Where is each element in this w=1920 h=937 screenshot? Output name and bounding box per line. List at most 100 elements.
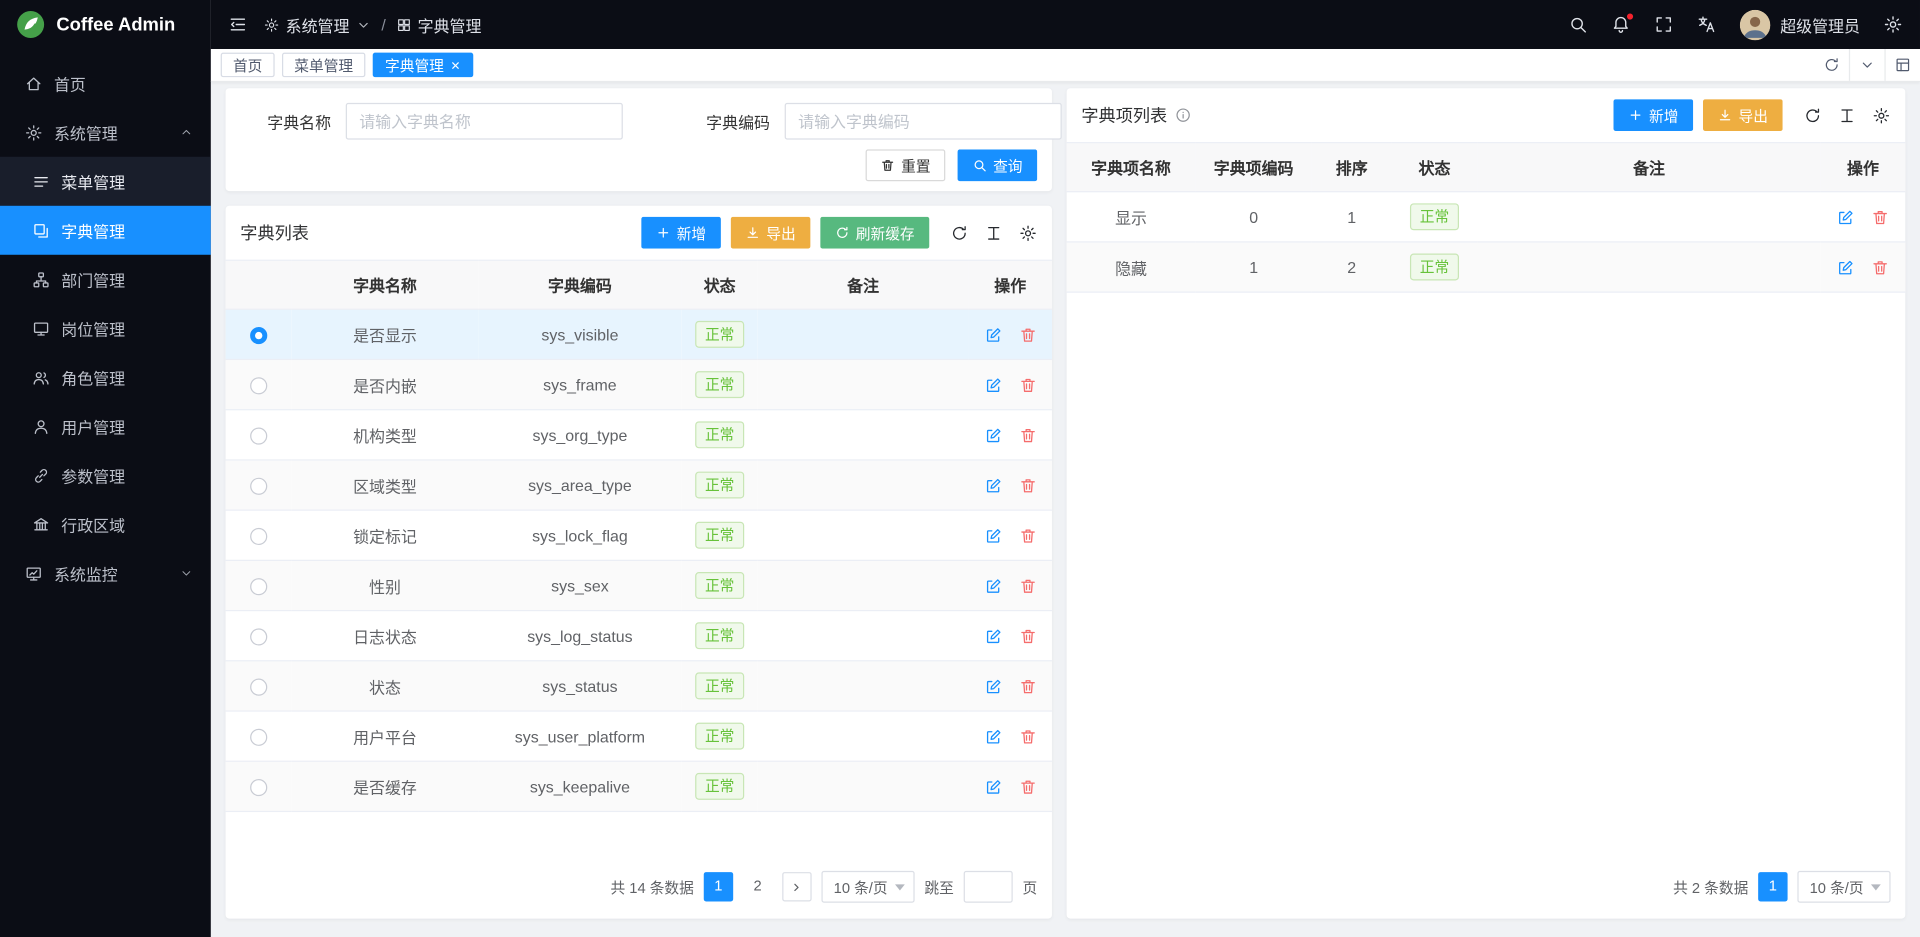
table-row[interactable]: 显示 0 1 正常 bbox=[1067, 192, 1906, 242]
table-row[interactable]: 机构类型 sys_org_type 正常 bbox=[226, 410, 1052, 460]
row-radio[interactable] bbox=[250, 729, 267, 746]
edit-icon[interactable] bbox=[984, 627, 1002, 645]
user-menu[interactable]: 超级管理员 bbox=[1740, 9, 1860, 40]
row-radio[interactable] bbox=[250, 427, 267, 444]
tab-home[interactable]: 首页 bbox=[221, 53, 275, 77]
sidebar-item-menu-mgmt[interactable]: 菜单管理 bbox=[0, 157, 211, 206]
delete-icon[interactable] bbox=[1871, 208, 1889, 226]
next-page-button[interactable] bbox=[782, 872, 811, 901]
breadcrumb-system[interactable]: 系统管理 bbox=[264, 13, 372, 36]
delete-icon[interactable] bbox=[1018, 375, 1036, 393]
notifications-button[interactable] bbox=[1611, 15, 1631, 35]
tabs-menu-chevron-icon[interactable] bbox=[1849, 49, 1885, 81]
app-logo[interactable]: Coffee Admin bbox=[0, 0, 211, 49]
delete-icon[interactable] bbox=[1018, 526, 1036, 544]
col-actions: 操作 bbox=[1821, 143, 1906, 192]
info-icon[interactable] bbox=[1175, 107, 1192, 124]
table-row[interactable]: 是否显示 sys_visible 正常 bbox=[226, 309, 1052, 359]
column-setting-icon[interactable] bbox=[1838, 106, 1856, 124]
settings-icon[interactable] bbox=[1883, 15, 1903, 35]
sidebar-item-home[interactable]: 首页 bbox=[0, 59, 211, 108]
row-radio[interactable] bbox=[250, 779, 267, 796]
row-radio[interactable] bbox=[250, 327, 267, 344]
edit-icon[interactable] bbox=[984, 476, 1002, 494]
search-icon[interactable] bbox=[1568, 15, 1588, 35]
collapse-sidebar-icon[interactable] bbox=[228, 15, 248, 35]
query-button[interactable]: 查询 bbox=[958, 149, 1038, 181]
row-radio[interactable] bbox=[250, 528, 267, 545]
reset-button[interactable]: 重置 bbox=[866, 149, 946, 181]
delete-icon[interactable] bbox=[1018, 325, 1036, 343]
dict-name-label: 字典名称 bbox=[240, 110, 331, 133]
table-settings-icon[interactable] bbox=[1872, 106, 1890, 124]
table-row[interactable]: 日志状态 sys_log_status 正常 bbox=[226, 611, 1052, 661]
delete-icon[interactable] bbox=[1018, 677, 1036, 695]
edit-icon[interactable] bbox=[1837, 208, 1855, 226]
page-2-button[interactable]: 2 bbox=[743, 872, 772, 901]
delete-icon[interactable] bbox=[1018, 426, 1036, 444]
sidebar-item-post-mgmt[interactable]: 岗位管理 bbox=[0, 304, 211, 353]
translate-icon[interactable] bbox=[1697, 15, 1717, 35]
edit-icon[interactable] bbox=[1837, 258, 1855, 276]
sidebar-item-dict-mgmt[interactable]: 字典管理 bbox=[0, 206, 211, 255]
table-row[interactable]: 是否缓存 sys_keepalive 正常 bbox=[226, 761, 1052, 811]
sidebar-item-region-mgmt[interactable]: 行政区域 bbox=[0, 500, 211, 549]
table-row[interactable]: 隐藏 1 2 正常 bbox=[1067, 242, 1906, 292]
add-dict-button[interactable]: 新增 bbox=[641, 217, 721, 249]
table-row[interactable]: 锁定标记 sys_lock_flag 正常 bbox=[226, 510, 1052, 560]
column-setting-icon[interactable] bbox=[985, 224, 1003, 242]
delete-icon[interactable] bbox=[1871, 258, 1889, 276]
table-row[interactable]: 状态 sys_status 正常 bbox=[226, 661, 1052, 711]
page-size-select[interactable]: 10 条/页 bbox=[1797, 871, 1890, 903]
refresh-table-icon[interactable] bbox=[1804, 106, 1822, 124]
delete-icon[interactable] bbox=[1018, 777, 1036, 795]
delete-icon[interactable] bbox=[1018, 627, 1036, 645]
dict-name-input[interactable] bbox=[346, 103, 623, 140]
table-row[interactable]: 是否内嵌 sys_frame 正常 bbox=[226, 359, 1052, 409]
page-size-select[interactable]: 10 条/页 bbox=[821, 871, 914, 903]
row-radio[interactable] bbox=[250, 377, 267, 394]
edit-icon[interactable] bbox=[984, 375, 1002, 393]
breadcrumb-dict[interactable]: 字典管理 bbox=[396, 13, 482, 36]
export-dict-button[interactable]: 导出 bbox=[731, 217, 811, 249]
close-icon[interactable] bbox=[450, 59, 461, 70]
delete-icon[interactable] bbox=[1018, 576, 1036, 594]
row-radio[interactable] bbox=[250, 678, 267, 695]
layout-icon[interactable] bbox=[1884, 49, 1920, 81]
page-1-button[interactable]: 1 bbox=[704, 872, 733, 901]
sidebar-group-monitor[interactable]: 系统监控 bbox=[0, 549, 211, 598]
table-row[interactable]: 性别 sys_sex 正常 bbox=[226, 560, 1052, 610]
sidebar-group-system[interactable]: 系统管理 bbox=[0, 108, 211, 157]
delete-icon[interactable] bbox=[1018, 727, 1036, 745]
table-row[interactable]: 用户平台 sys_user_platform 正常 bbox=[226, 711, 1052, 761]
cell-dict-code: sys_user_platform bbox=[478, 711, 682, 761]
edit-icon[interactable] bbox=[984, 576, 1002, 594]
edit-icon[interactable] bbox=[984, 526, 1002, 544]
edit-icon[interactable] bbox=[984, 777, 1002, 795]
edit-icon[interactable] bbox=[984, 426, 1002, 444]
refresh-cache-button[interactable]: 刷新缓存 bbox=[820, 217, 929, 249]
sidebar-item-param-mgmt[interactable]: 参数管理 bbox=[0, 451, 211, 500]
export-dict-item-button[interactable]: 导出 bbox=[1703, 99, 1783, 131]
edit-icon[interactable] bbox=[984, 677, 1002, 695]
row-radio[interactable] bbox=[250, 578, 267, 595]
tab-menu-mgmt[interactable]: 菜单管理 bbox=[282, 53, 365, 77]
row-radio[interactable] bbox=[250, 477, 267, 494]
sidebar-item-user-mgmt[interactable]: 用户管理 bbox=[0, 402, 211, 451]
fullscreen-icon[interactable] bbox=[1654, 15, 1674, 35]
jump-page-input[interactable] bbox=[964, 871, 1013, 903]
add-dict-item-button[interactable]: 新增 bbox=[1613, 99, 1693, 131]
table-row[interactable]: 区域类型 sys_area_type 正常 bbox=[226, 460, 1052, 510]
tabs-refresh-icon[interactable] bbox=[1813, 49, 1849, 81]
edit-icon[interactable] bbox=[984, 727, 1002, 745]
tab-dict-mgmt[interactable]: 字典管理 bbox=[373, 53, 474, 77]
table-settings-icon[interactable] bbox=[1019, 224, 1037, 242]
sidebar-item-dept-mgmt[interactable]: 部门管理 bbox=[0, 255, 211, 304]
edit-icon[interactable] bbox=[984, 325, 1002, 343]
page-1-button[interactable]: 1 bbox=[1758, 872, 1787, 901]
dict-code-input[interactable] bbox=[785, 103, 1062, 140]
row-radio[interactable] bbox=[250, 628, 267, 645]
sidebar-item-role-mgmt[interactable]: 角色管理 bbox=[0, 353, 211, 402]
delete-icon[interactable] bbox=[1018, 476, 1036, 494]
refresh-table-icon[interactable] bbox=[950, 224, 968, 242]
